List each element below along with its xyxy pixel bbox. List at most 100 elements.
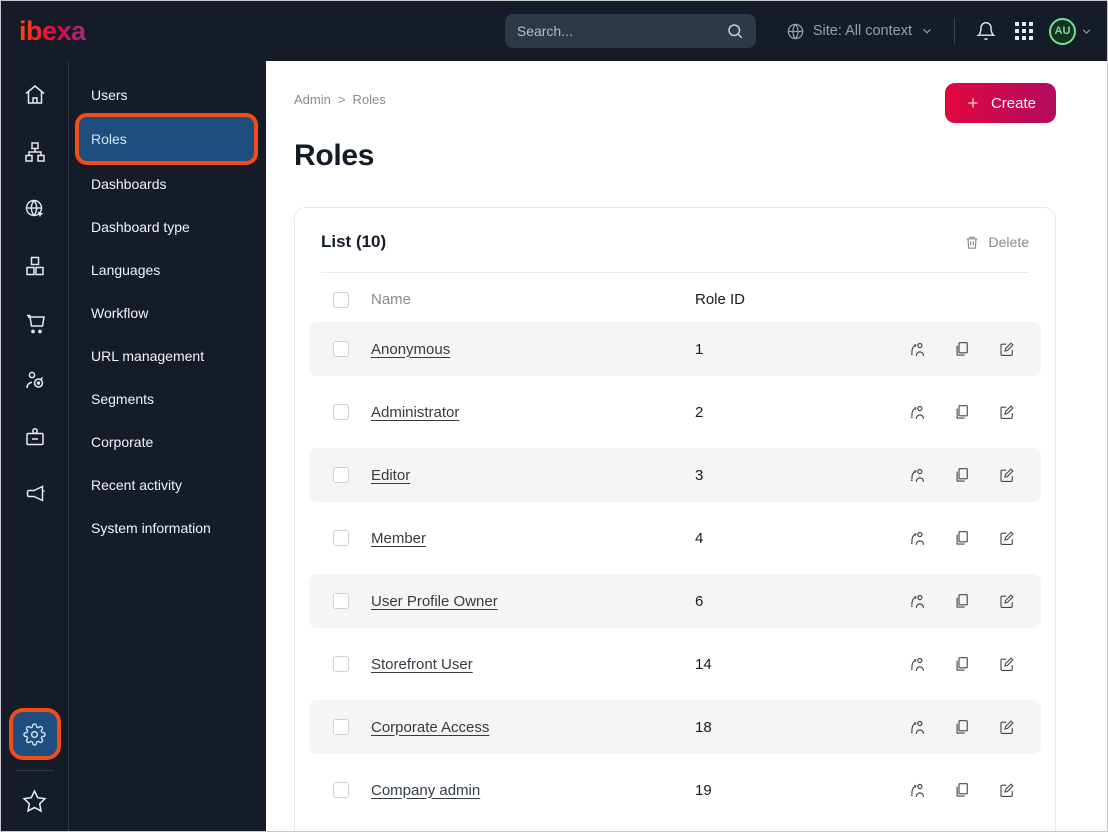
role-name-link[interactable]: Editor xyxy=(371,467,410,484)
sidebar-item-languages[interactable]: Languages xyxy=(69,248,266,291)
table-row: Storefront User 14 xyxy=(309,637,1041,691)
copy-icon[interactable] xyxy=(952,339,972,359)
role-name-link[interactable]: Storefront User xyxy=(371,656,473,673)
table-row: Editor 3 xyxy=(309,448,1041,502)
assign-users-icon[interactable] xyxy=(907,717,927,737)
list-card-header: List (10) Delete xyxy=(295,208,1055,272)
list-title: List (10) xyxy=(321,232,387,251)
bookmarks-star-icon[interactable] xyxy=(13,781,57,821)
role-name-link[interactable]: Member xyxy=(371,530,426,547)
assign-users-icon[interactable] xyxy=(907,465,927,485)
role-id-value: 18 xyxy=(695,718,712,736)
role-id-value: 2 xyxy=(695,403,704,421)
assign-users-icon[interactable] xyxy=(907,339,927,359)
assign-users-icon[interactable] xyxy=(907,654,927,674)
personalization-icon[interactable] xyxy=(13,351,57,408)
copy-icon[interactable] xyxy=(952,654,972,674)
table-row: Member 4 xyxy=(309,511,1041,565)
search-input[interactable] xyxy=(516,23,726,39)
sidebar-item-system-information[interactable]: System information xyxy=(69,506,266,549)
page-title: Roles xyxy=(294,139,375,172)
edit-icon[interactable] xyxy=(997,717,1017,737)
product-catalog-icon[interactable] xyxy=(13,237,57,294)
create-button-label: Create xyxy=(990,94,1036,112)
row-checkbox[interactable] xyxy=(333,530,349,546)
ibexa-logo[interactable]: ibexa xyxy=(19,16,86,47)
copy-icon[interactable] xyxy=(952,465,972,485)
sidebar-item-dashboard-type[interactable]: Dashboard type xyxy=(69,205,266,248)
sidebar-item-recent-activity[interactable]: Recent activity xyxy=(69,463,266,506)
role-name-link[interactable]: Company admin xyxy=(371,782,480,799)
row-checkbox[interactable] xyxy=(333,341,349,357)
role-name-link[interactable]: User Profile Owner xyxy=(371,593,498,610)
notifications-bell-icon[interactable] xyxy=(973,18,999,44)
copy-icon[interactable] xyxy=(952,402,972,422)
edit-icon[interactable] xyxy=(997,339,1017,359)
breadcrumb-admin[interactable]: Admin xyxy=(294,92,331,107)
admin-menu: Users Roles Dashboards Dashboard type La… xyxy=(69,61,266,831)
table-row: Anonymous 1 xyxy=(309,322,1041,376)
global-search[interactable] xyxy=(504,14,756,48)
site-context-selector[interactable]: Site: All context xyxy=(786,22,934,41)
avatar[interactable]: AU xyxy=(1049,17,1076,45)
sidebar-item-dashboards[interactable]: Dashboards xyxy=(69,162,266,205)
roles-list-card: List (10) Delete Name Role ID Anonymous … xyxy=(294,207,1056,831)
user-menu[interactable]: AU xyxy=(1049,17,1093,45)
row-checkbox[interactable] xyxy=(333,404,349,420)
search-icon[interactable] xyxy=(726,22,744,40)
create-button[interactable]: Create xyxy=(944,83,1056,123)
copy-icon[interactable] xyxy=(952,528,972,548)
row-checkbox[interactable] xyxy=(333,782,349,798)
sidebar-item-users[interactable]: Users xyxy=(69,73,266,116)
home-icon[interactable] xyxy=(13,66,57,123)
breadcrumb-separator: > xyxy=(337,92,346,107)
breadcrumb-roles[interactable]: Roles xyxy=(352,92,385,107)
app-body: Users Roles Dashboards Dashboard type La… xyxy=(1,61,1107,831)
corporate-badge-icon[interactable] xyxy=(13,408,57,465)
edit-icon[interactable] xyxy=(997,591,1017,611)
commerce-cart-icon[interactable] xyxy=(13,294,57,351)
role-id-value: 4 xyxy=(695,529,704,547)
column-header-role-id: Role ID xyxy=(695,291,746,308)
edit-icon[interactable] xyxy=(997,465,1017,485)
content-tree-icon[interactable] xyxy=(13,123,57,180)
role-name-link[interactable]: Corporate Access xyxy=(371,719,489,736)
edit-icon[interactable] xyxy=(997,528,1017,548)
delete-button-label: Delete xyxy=(988,234,1029,250)
role-name-link[interactable]: Administrator xyxy=(371,404,459,421)
copy-icon[interactable] xyxy=(952,717,972,737)
sidebar-item-url-management[interactable]: URL management xyxy=(69,334,266,377)
site-globe-icon[interactable] xyxy=(13,180,57,237)
main-content: Admin > Roles Create Roles List (10) Del… xyxy=(266,61,1107,831)
select-all-checkbox[interactable] xyxy=(333,291,349,308)
delete-button[interactable]: Delete xyxy=(964,234,1029,251)
globe-icon xyxy=(786,22,805,41)
chevron-down-icon xyxy=(920,24,934,38)
edit-icon[interactable] xyxy=(997,654,1017,674)
edit-icon[interactable] xyxy=(997,402,1017,422)
assign-users-icon[interactable] xyxy=(907,780,927,800)
topbar-right: Site: All context AU xyxy=(504,14,1093,48)
admin-gear-icon[interactable] xyxy=(12,712,57,756)
trash-icon xyxy=(964,234,980,251)
table-row: Company admin 19 xyxy=(309,763,1041,817)
table-row: Administrator 2 xyxy=(309,385,1041,439)
copy-icon[interactable] xyxy=(952,780,972,800)
row-checkbox[interactable] xyxy=(333,593,349,609)
sidebar-item-workflow[interactable]: Workflow xyxy=(69,291,266,334)
marketing-megaphone-icon[interactable] xyxy=(13,465,57,522)
assign-users-icon[interactable] xyxy=(907,528,927,548)
sidebar-item-corporate[interactable]: Corporate xyxy=(69,420,266,463)
assign-users-icon[interactable] xyxy=(907,591,927,611)
edit-icon[interactable] xyxy=(997,780,1017,800)
sidebar-item-segments[interactable]: Segments xyxy=(69,377,266,420)
row-checkbox[interactable] xyxy=(333,467,349,483)
copy-icon[interactable] xyxy=(952,591,972,611)
row-checkbox[interactable] xyxy=(333,719,349,735)
app-grid-icon[interactable] xyxy=(1011,18,1037,44)
row-checkbox[interactable] xyxy=(333,656,349,672)
sidebar-item-roles[interactable]: Roles xyxy=(79,117,254,161)
assign-users-icon[interactable] xyxy=(907,402,927,422)
role-name-link[interactable]: Anonymous xyxy=(371,341,450,358)
role-id-value: 3 xyxy=(695,466,704,484)
